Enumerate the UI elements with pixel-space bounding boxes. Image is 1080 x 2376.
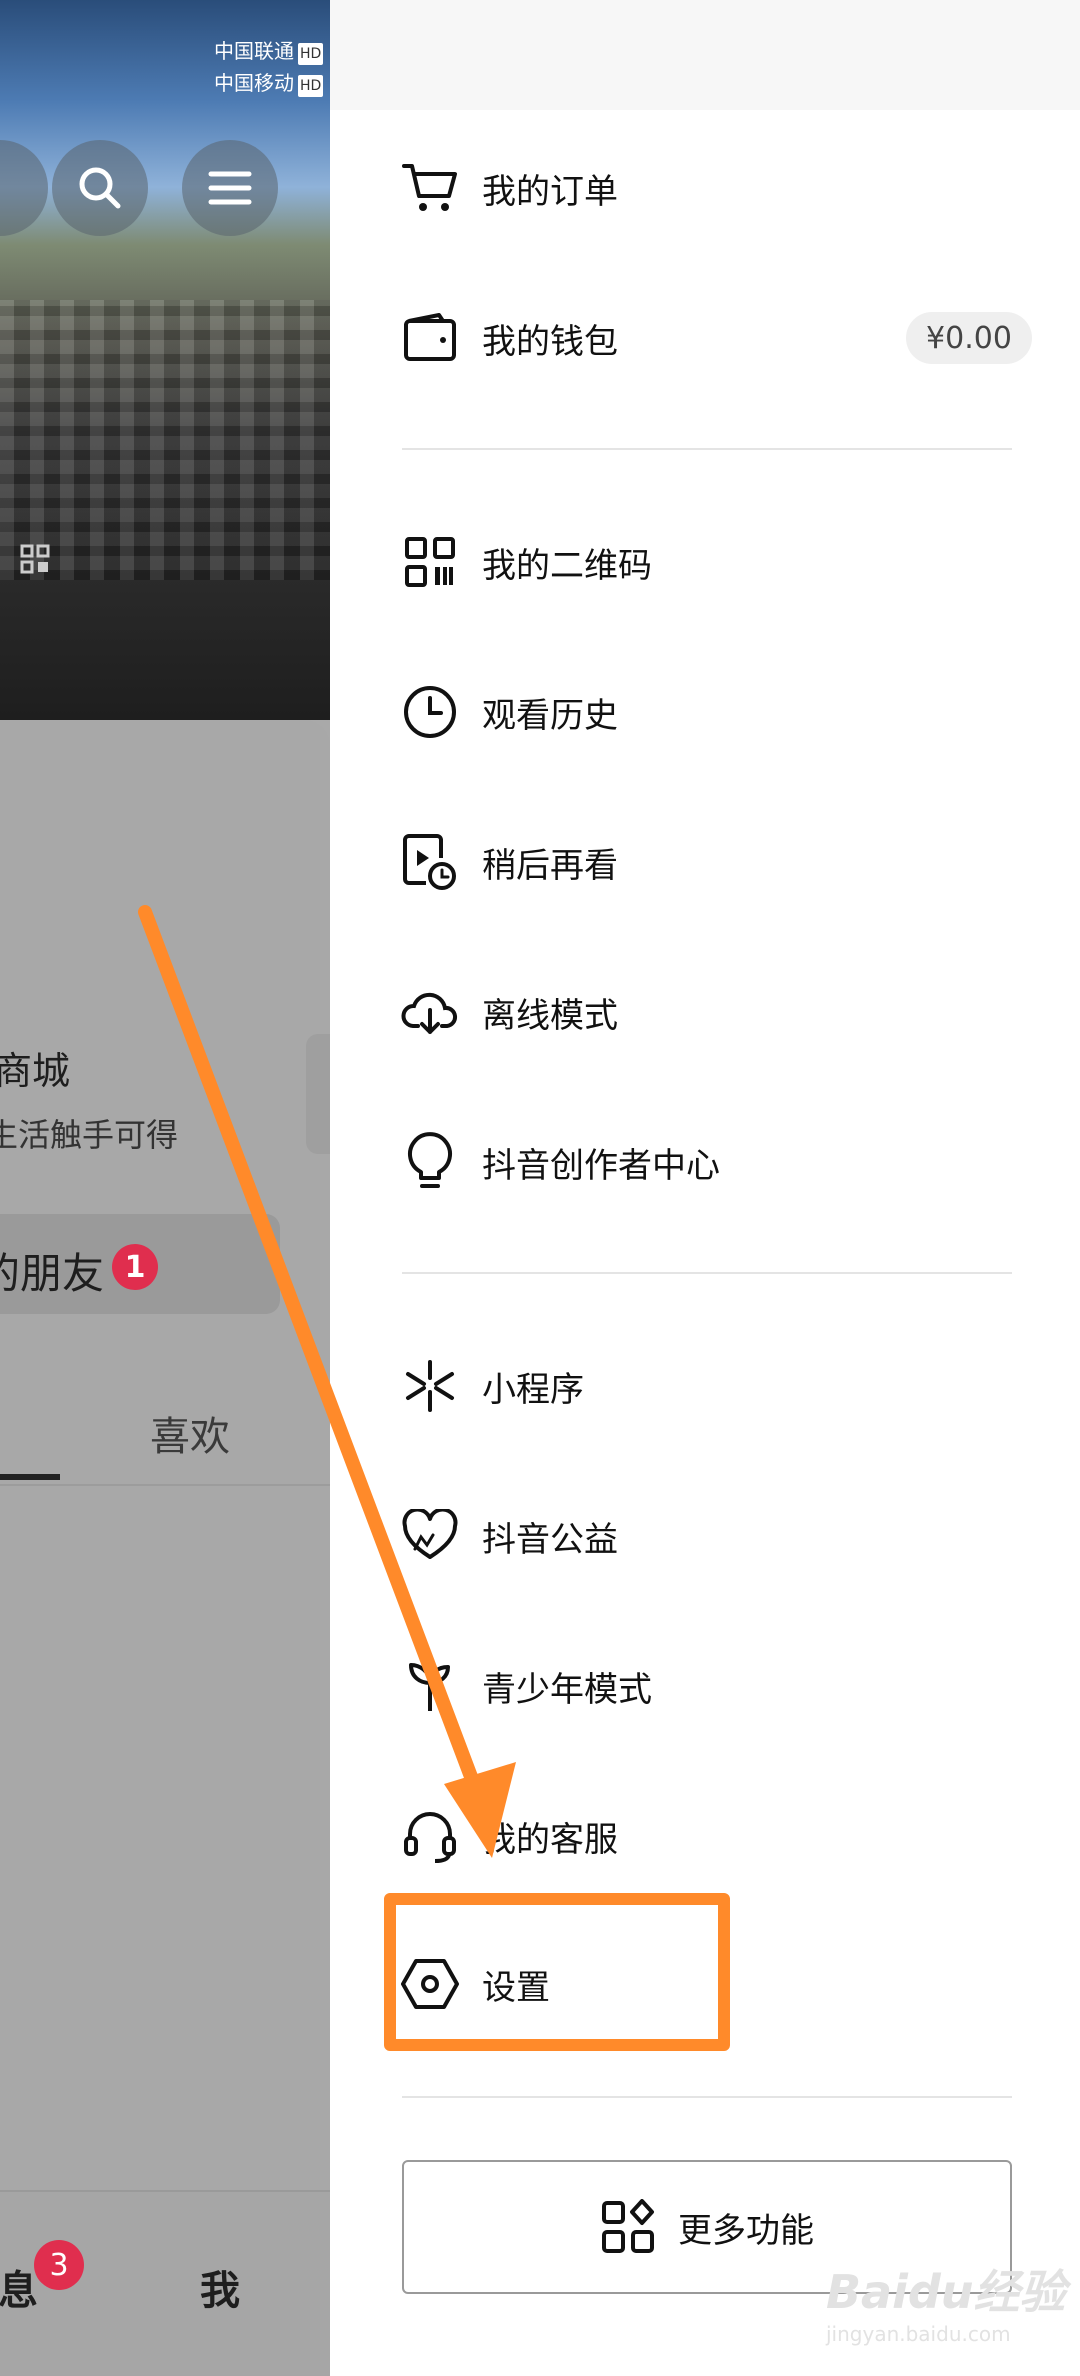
drawer-status-bar bbox=[330, 0, 1080, 110]
tab-divider bbox=[0, 1484, 330, 1486]
menu-item-mini-program[interactable]: 小程序 bbox=[400, 1326, 1020, 1446]
background-app: 中国联通HD 中国移动HD 商城 生活触手可得 的朋友 1 喜欢 消息 我 3 bbox=[0, 0, 330, 2376]
search-icon bbox=[79, 167, 121, 209]
nav-messages[interactable]: 消息 bbox=[0, 2258, 38, 2316]
qrcode-icon bbox=[400, 532, 460, 592]
cart-icon bbox=[400, 158, 460, 218]
headset-icon bbox=[400, 1806, 460, 1866]
baidu-watermark: Baidu经验 jingyan.baidu.com bbox=[826, 2256, 1080, 2366]
hamburger-icon bbox=[208, 171, 252, 205]
menu-item-teen-mode[interactable]: 青少年模式 bbox=[400, 1626, 1020, 1746]
messages-badge: 3 bbox=[34, 2240, 84, 2290]
friends-label: 的朋友 bbox=[0, 1249, 105, 1298]
cover-town-photo bbox=[0, 300, 330, 580]
menu-item-qrcode[interactable]: 我的二维码 bbox=[400, 502, 1020, 622]
heart-icon bbox=[400, 1506, 460, 1566]
menu-label-wallet: 我的钱包 bbox=[482, 321, 618, 362]
more-features-label: 更多功能 bbox=[678, 2210, 814, 2251]
side-handle[interactable] bbox=[306, 1034, 330, 1154]
mall-subtitle: 生活触手可得 bbox=[0, 1116, 179, 1154]
profile-cover-image bbox=[0, 0, 330, 720]
mall-title: 商城 bbox=[0, 1049, 71, 1093]
sprout-icon bbox=[400, 1656, 460, 1716]
friends-badge: 1 bbox=[112, 1244, 158, 1290]
watermark-text: Baidu经验 bbox=[826, 2265, 1066, 2319]
settings-highlight-box bbox=[384, 1893, 730, 2051]
menu-item-creator-center[interactable]: 抖音创作者中心 bbox=[400, 1102, 1020, 1222]
menu-item-offline[interactable]: 离线模式 bbox=[400, 952, 1020, 1072]
divider bbox=[402, 2096, 1012, 2098]
menu-button[interactable] bbox=[182, 140, 278, 236]
menu-label-creator-center: 抖音创作者中心 bbox=[482, 1145, 720, 1186]
watch-later-icon bbox=[400, 832, 460, 892]
menu-item-watch-later[interactable]: 稍后再看 bbox=[400, 802, 1020, 922]
grid-icon bbox=[602, 2199, 654, 2253]
tab-likes[interactable]: 喜欢 bbox=[150, 1404, 230, 1462]
menu-label-history: 观看历史 bbox=[482, 695, 618, 736]
wallet-balance: ¥0.00 bbox=[906, 312, 1032, 364]
menu-label-qrcode: 我的二维码 bbox=[482, 545, 652, 586]
wallet-icon bbox=[400, 308, 460, 368]
cloud-download-icon bbox=[400, 982, 460, 1042]
small-qrcode-icon[interactable] bbox=[20, 544, 60, 574]
bulb-icon bbox=[400, 1132, 460, 1192]
menu-label-orders: 我的订单 bbox=[482, 171, 618, 212]
carrier-2: 中国移动 HD bbox=[214, 71, 324, 97]
clock-icon bbox=[400, 682, 460, 742]
carrier-1: 中国联通 HD bbox=[214, 39, 324, 65]
menu-label-offline: 离线模式 bbox=[482, 995, 618, 1036]
menu-item-customer-service[interactable]: 我的客服 bbox=[400, 1776, 1020, 1896]
menu-label-charity: 抖音公益 bbox=[482, 1519, 618, 1560]
nav-me[interactable]: 我 bbox=[200, 2258, 240, 2316]
mini-program-icon bbox=[400, 1356, 460, 1416]
menu-label-mini-program: 小程序 bbox=[482, 1369, 584, 1410]
menu-item-charity[interactable]: 抖音公益 bbox=[400, 1476, 1020, 1596]
active-tab-indicator bbox=[0, 1474, 60, 1480]
search-button[interactable] bbox=[52, 140, 148, 236]
menu-label-teen-mode: 青少年模式 bbox=[482, 1669, 652, 1710]
menu-label-watch-later: 稍后再看 bbox=[482, 845, 618, 886]
watermark-url: jingyan.baidu.com bbox=[826, 2322, 1011, 2346]
divider bbox=[402, 448, 1012, 450]
menu-label-customer-service: 我的客服 bbox=[482, 1819, 618, 1860]
menu-item-orders[interactable]: 我的订单 bbox=[400, 128, 1020, 248]
menu-item-history[interactable]: 观看历史 bbox=[400, 652, 1020, 772]
divider bbox=[402, 1272, 1012, 1274]
profile-sheet bbox=[0, 720, 330, 2376]
